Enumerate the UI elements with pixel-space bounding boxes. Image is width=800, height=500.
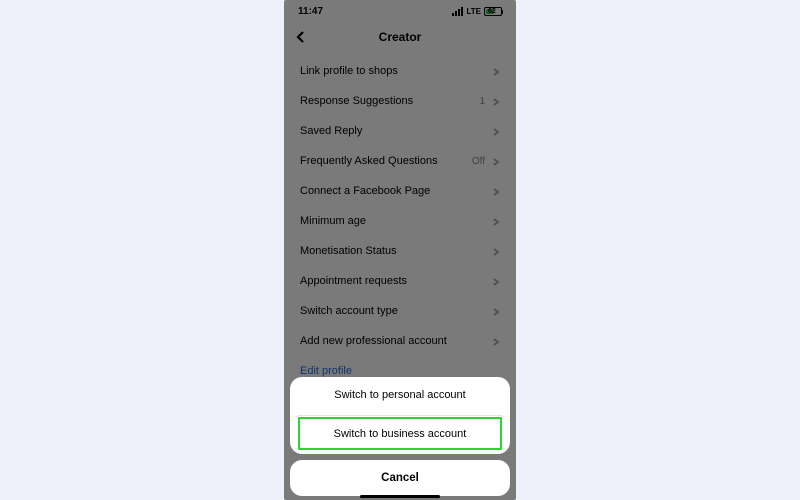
action-sheet: Switch to personal account Switch to bus… (290, 377, 510, 496)
cancel-button[interactable]: Cancel (290, 460, 510, 496)
switch-business-button[interactable]: Switch to business account (296, 415, 504, 452)
switch-personal-button[interactable]: Switch to personal account (290, 377, 510, 413)
phone-frame: 11:47 LTE 62 Creator Link profile to sho… (284, 0, 516, 500)
action-sheet-options: Switch to personal account Switch to bus… (290, 377, 510, 454)
home-indicator (360, 495, 440, 498)
